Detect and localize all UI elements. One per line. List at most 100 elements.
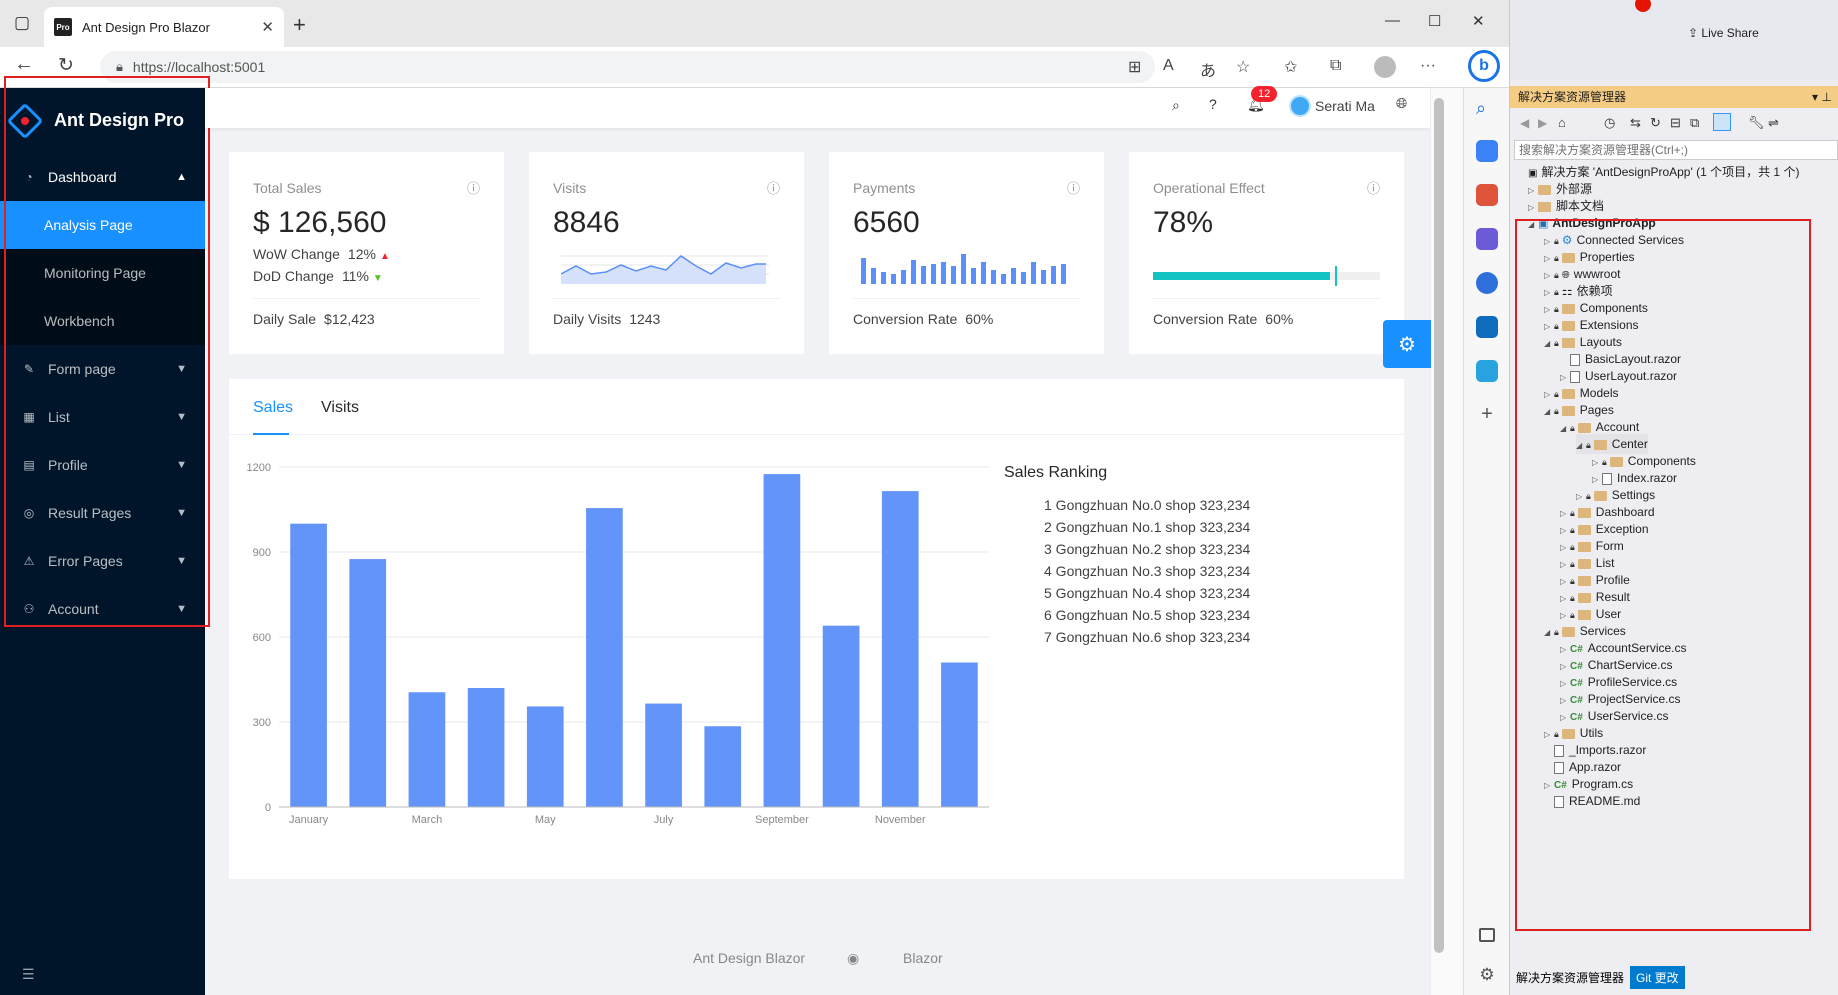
info-icon[interactable]: ⓘ [467,178,480,197]
footer-link-ant-design-blazor[interactable]: Ant Design Blazor [693,950,805,966]
pending-changes-icon[interactable]: ⇌ [1768,115,1779,131]
github-icon[interactable]: ◉ [847,950,859,967]
forward-icon[interactable]: ▶ [1538,116,1547,130]
bar[interactable] [822,625,860,807]
question-icon[interactable]: ? [1209,96,1217,112]
read-aloud-icon[interactable]: A [1163,57,1174,75]
live-share-label: Live Share [1701,26,1759,40]
tools-icon[interactable] [1476,184,1498,206]
info-icon[interactable]: ⓘ [1067,178,1080,197]
more-icon[interactable]: ··· [1420,57,1436,75]
divider [553,298,780,299]
pin-icon[interactable]: ⊥ [1822,86,1832,108]
bar[interactable] [645,703,682,807]
collections-icon[interactable]: ⧉ [1330,57,1341,75]
bar[interactable] [586,508,623,807]
address-bar: ← ↻ 🔒︎ https://localhost:5001 ⊞ A あ ☆ ✩ … [0,47,1509,88]
card-label: Operational Effect [1153,180,1265,196]
bar[interactable] [881,491,919,807]
highlight-box-project-tree [1515,219,1811,931]
live-share-button[interactable]: ⇪ Live Share [1688,26,1759,40]
trend-label: DoD Change [253,268,334,284]
user-name[interactable]: Serati Ma [1315,98,1375,114]
refresh-icon[interactable]: ↻ [58,54,74,77]
dropdown-icon[interactable]: ▾ [1812,86,1818,108]
sync-icon[interactable]: ⇆ [1630,115,1641,131]
card-value: 78% [1153,206,1214,239]
settings-drawer-button[interactable]: ⚙ [1383,320,1431,368]
tab-sales[interactable]: Sales [253,399,293,417]
bar[interactable] [290,523,327,807]
ranking-item: 3 Gongzhuan No.2 shop 323,234 [1044,541,1251,557]
footer-label: Conversion Rate [1153,311,1258,327]
x-tick-label: July [654,814,674,826]
settings-icon[interactable]: ⚙ [1476,965,1498,987]
back-icon[interactable]: ← [14,53,34,76]
footer-value: $12,423 [324,311,375,327]
minimize-icon[interactable]: — [1385,12,1400,29]
language-icon[interactable]: 🌐︎ [1396,95,1407,112]
drop-icon[interactable] [1476,360,1498,382]
card-value: $ 126,560 [253,206,387,239]
bar[interactable] [349,559,387,807]
bar[interactable] [763,474,801,807]
tab-git-changes[interactable]: Git 更改 [1630,966,1685,989]
search-icon[interactable]: ⌕ [1172,97,1180,114]
ranking-item: 7 Gongzhuan No.6 shop 323,234 [1044,629,1251,645]
bar[interactable] [704,726,742,807]
folder-icon [1538,201,1551,212]
solution-explorer-search[interactable]: 搜索解决方案资源管理器(Ctrl+;) [1514,140,1838,160]
avatar[interactable] [1289,95,1311,117]
properties-wrench-icon[interactable]: 🔧︎ [1748,115,1765,131]
footer-link-blazor[interactable]: Blazor [903,950,943,966]
info-icon[interactable]: ⓘ [767,178,780,197]
card-footer: Conversion Rate 60% [853,311,993,327]
url-field[interactable]: 🔒︎ https://localhost:5001 [100,51,1155,83]
info-icon[interactable]: ⓘ [1367,178,1380,197]
back-icon[interactable]: ◀ [1520,116,1529,130]
microsoft365-icon[interactable] [1476,272,1498,294]
favorite-add-icon[interactable]: ☆ [1236,57,1250,77]
profile-avatar-icon[interactable] [1374,56,1396,78]
tab-solution-explorer[interactable]: 解决方案资源管理器 [1510,966,1630,989]
show-all-files-icon[interactable]: ⧉ [1690,115,1699,131]
progress-track [1153,272,1380,280]
bar[interactable] [408,692,446,807]
collapse-all-icon[interactable]: ⊟ [1670,115,1681,131]
bing-icon[interactable]: b [1468,50,1500,82]
menu-fold-icon[interactable]: ☰ [22,966,35,983]
close-tab-icon[interactable]: ✕ [261,18,274,36]
scrollbar-thumb[interactable] [1434,98,1444,953]
maximize-icon[interactable]: ☐ [1428,12,1441,30]
translate-icon[interactable]: あ [1200,57,1216,81]
outlook-icon[interactable] [1476,316,1498,338]
footer-label: Conversion Rate [853,311,958,327]
sidebar-toggle-icon[interactable] [1479,928,1495,942]
notification-icon[interactable] [1635,0,1651,12]
add-icon[interactable]: + [1476,403,1498,425]
refresh-icon[interactable]: ↻ [1650,115,1661,131]
app-available-icon[interactable]: ⊞ [1128,57,1141,77]
bar[interactable] [941,662,978,808]
games-icon[interactable] [1476,228,1498,250]
card-label: Total Sales [253,180,322,196]
tab-actions-icon[interactable]: ▢ [14,13,30,33]
bar[interactable] [467,688,505,807]
solution-label: 解决方案 'AntDesignProApp' (1 个项目，共 1 个) [1541,165,1800,179]
search-icon[interactable]: ⌕ [1476,98,1498,120]
bar[interactable] [526,706,564,807]
page-scrollbar[interactable] [1430,88,1463,995]
favorites-icon[interactable]: ✩ [1284,57,1297,77]
browser-tab[interactable]: Pro Ant Design Pro Blazor ✕ [44,7,284,47]
close-window-icon[interactable]: ✕ [1472,12,1485,30]
new-tab-icon[interactable]: + [293,12,306,38]
sales-tabs: Sales Visits [229,379,1404,435]
preview-selected-icon[interactable] [1713,113,1731,131]
tab-visits[interactable]: Visits [321,399,359,417]
card-footer: Daily Visits 1243 [553,311,660,327]
y-tick-label: 0 [265,802,271,814]
trend-value: 11% [341,268,369,284]
shopping-icon[interactable] [1476,140,1498,162]
history-icon[interactable]: ◷ [1604,115,1615,131]
home-icon[interactable]: ⌂ [1558,115,1566,130]
